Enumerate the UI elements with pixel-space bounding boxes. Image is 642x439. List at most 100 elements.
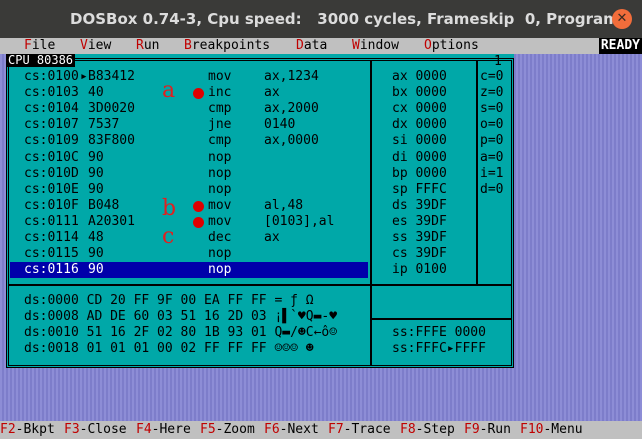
disasm-row[interactable]: cs:0109 83F800 cmp ax,0000 (10, 133, 368, 149)
register-row[interactable]: ds 39DF (392, 198, 447, 214)
divider-flags (476, 60, 478, 286)
menu-options[interactable]: Options (424, 38, 479, 54)
menu-run[interactable]: Run (136, 38, 159, 54)
fkey-label: -Step (415, 422, 455, 437)
fkey-f7[interactable]: F7-Trace (328, 421, 391, 439)
current-ip-arrow-icon (80, 166, 88, 182)
annotation-c: c (162, 224, 175, 249)
fkey-name: F10 (520, 422, 544, 437)
disasm-row[interactable]: cs:0103 40 inc ax (10, 85, 368, 101)
disasm-bytes: 90 (88, 262, 104, 278)
register-row[interactable]: cs 39DF (392, 246, 447, 262)
disasm-mnemonic: inc (208, 85, 232, 101)
fkey-f5[interactable]: F5-Zoom (200, 421, 255, 439)
flag[interactable]: o=0 (480, 117, 503, 133)
flag[interactable]: s=0 (480, 101, 503, 117)
disasm-bytes: 3D0020 (88, 101, 135, 117)
fkey-f8[interactable]: F8-Step (400, 421, 455, 439)
dump-row[interactable]: ds:0000 CD 20 FF 9F 00 EA FF FF = ƒ Ω (24, 293, 314, 309)
dump-row[interactable]: ds:0008 AD DE 60 03 51 16 2D 03 ¡▌`♥Q▬-♥ (24, 309, 337, 325)
disasm-row[interactable]: cs:010E 90 nop (10, 182, 368, 198)
disasm-bytes: 83F800 (88, 133, 135, 149)
stack-row[interactable]: ss:FFFC▸FFFF (392, 341, 486, 357)
divider-horizontal (9, 284, 511, 286)
fkey-f3[interactable]: F3-Close (64, 421, 127, 439)
current-ip-arrow-icon (80, 150, 88, 166)
current-ip-arrow-icon (80, 117, 88, 133)
current-ip-arrow-icon (80, 230, 88, 246)
disasm-bytes: 90 (88, 181, 104, 197)
register-row[interactable]: dx 0000 (392, 117, 447, 133)
flag[interactable]: d=0 (480, 182, 503, 198)
menu-view[interactable]: View (80, 38, 111, 54)
register-row[interactable]: bx 0000 (392, 85, 447, 101)
register-name: ax (392, 69, 408, 84)
disasm-mnemonic: nop (208, 262, 232, 278)
flag[interactable]: p=0 (480, 133, 503, 149)
disasm-address: cs:0107 (24, 117, 79, 133)
disasm-operands: ax,0000 (264, 133, 319, 149)
register-row[interactable]: di 0000 (392, 150, 447, 166)
window-titlebar[interactable]: DOSBox 0.74-3, Cpu speed: 3000 cycles, F… (0, 0, 642, 38)
disasm-bytes: 7537 (88, 117, 120, 133)
register-row[interactable]: ss 39DF (392, 230, 447, 246)
disasm-row[interactable]: cs:010D 90 nop (10, 166, 368, 182)
fkey-name: F4 (136, 422, 152, 437)
close-icon[interactable]: ✕ (612, 9, 632, 29)
disasm-row[interactable]: cs:0115 90 nop (10, 246, 368, 262)
stack-row[interactable]: ss:FFFE 0000 (392, 325, 486, 341)
flag[interactable]: z=0 (480, 85, 503, 101)
register-row[interactable]: sp FFFC (392, 182, 447, 198)
fkey-f4[interactable]: F4-Here (136, 421, 191, 439)
disasm-operands: ax (264, 230, 280, 245)
disasm-row[interactable]: cs:0100 ▸ B83412 mov ax,1234 (10, 69, 368, 85)
menu-window[interactable]: Window (352, 38, 399, 54)
disasm-row[interactable]: cs:0116 90 nop (10, 262, 368, 279)
register-row[interactable]: ax 0000 (392, 69, 447, 85)
fkey-label: -Close (79, 422, 127, 437)
register-value: 0000 (415, 69, 447, 84)
flag[interactable]: c=0 (480, 69, 503, 85)
register-value: 0000 (415, 117, 447, 133)
disasm-bytes: B048 (88, 197, 120, 213)
register-row[interactable]: ip 0100 (392, 262, 447, 278)
fkey-f6[interactable]: F6-Next (264, 421, 319, 439)
disasm-row[interactable]: cs:010F B048 mov al,48 (10, 198, 368, 214)
current-ip-arrow-icon (80, 182, 88, 198)
disasm-row[interactable]: cs:0111 A20301 mov [0103],al (10, 214, 368, 230)
register-row[interactable]: bp 0000 (392, 166, 447, 182)
menu-breakpoints[interactable]: Breakpoints (184, 38, 270, 54)
window-title: DOSBox 0.74-3, Cpu speed: 3000 cycles, F… (70, 10, 642, 28)
flag[interactable]: i=1 (480, 166, 503, 182)
register-value: 0000 (415, 149, 447, 165)
register-value: 39DF (415, 230, 447, 245)
disasm-row[interactable]: cs:0104 3D0020 cmp ax,2000 (10, 101, 368, 117)
disasm-row[interactable]: cs:010C 90 nop (10, 150, 368, 166)
disasm-row[interactable]: cs:0107 7537 jne 0140 (10, 117, 368, 133)
menu-file[interactable]: File (24, 38, 55, 54)
stack-value: FFFF (454, 341, 486, 357)
fkey-label: -Run (479, 422, 511, 437)
register-row[interactable]: cx 0000 (392, 101, 447, 117)
register-row[interactable]: es 39DF (392, 214, 447, 230)
stack-address: ss:FFFC (392, 341, 447, 357)
register-row[interactable]: si 0000 (392, 133, 447, 149)
disasm-operands: al,48 (264, 197, 304, 213)
disasm-row[interactable]: cs:0114 48 dec ax (10, 230, 368, 246)
dump-row[interactable]: ds:0018 01 01 01 00 02 FF FF FF ☺☺☺ ☻ (24, 341, 314, 357)
menu-data[interactable]: Data (296, 38, 327, 54)
flag[interactable]: a=0 (480, 150, 503, 166)
breakpoint-icon[interactable] (193, 216, 204, 228)
fkey-f9[interactable]: F9-Run (464, 421, 511, 439)
fkey-f2[interactable]: F2-Bkpt (0, 421, 55, 439)
fkey-name: F8 (400, 422, 416, 437)
breakpoint-icon[interactable] (193, 200, 204, 212)
fkey-label: -Bkpt (15, 422, 55, 437)
disasm-mnemonic: cmp (208, 133, 232, 149)
disasm-bytes: B83412 (88, 69, 135, 84)
disasm-bytes: 90 (88, 246, 104, 262)
fkey-f10[interactable]: F10-Menu (520, 421, 583, 439)
dump-row[interactable]: ds:0010 51 16 2F 02 80 1B 93 01 Q▬/☻C←ô☺ (24, 325, 337, 341)
disasm-address: cs:0115 (24, 246, 79, 262)
fkey-name: F5 (200, 422, 216, 437)
